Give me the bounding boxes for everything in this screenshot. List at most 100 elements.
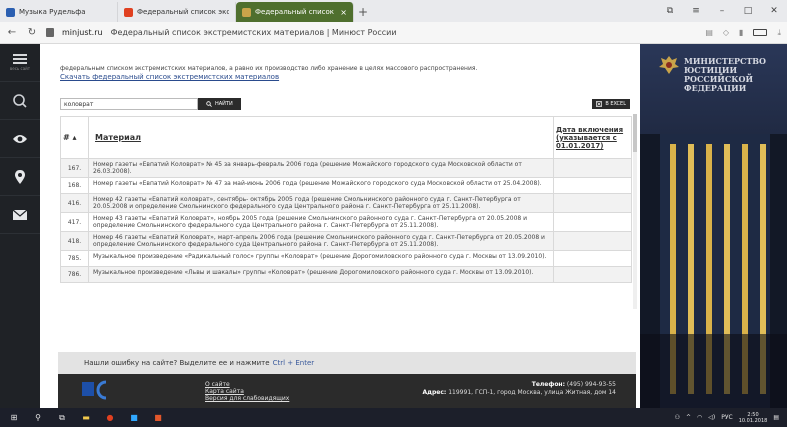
search-input[interactable] <box>60 98 198 110</box>
building-image <box>640 134 787 408</box>
excel-button-label: В EXCEL <box>605 101 626 107</box>
app-icon[interactable]: ■ <box>152 412 164 424</box>
reload-icon[interactable]: ↻ <box>26 27 38 38</box>
row-number: 786. <box>60 266 89 283</box>
search-icon[interactable]: ⚲ <box>32 412 44 424</box>
yandex-browser-icon[interactable]: ● <box>104 412 116 424</box>
menu-icon[interactable]: ≡ <box>683 6 709 16</box>
row-material: Номер газеты «Евпатий Коловрат» № 47 за … <box>88 177 554 194</box>
coat-of-arms-icon <box>659 56 679 74</box>
table-scrollbar[interactable] <box>633 114 637 309</box>
music-site-icon <box>6 7 15 17</box>
tab-federal-list-2[interactable]: Федеральный список эк × <box>236 2 354 22</box>
eye-icon <box>13 134 27 143</box>
location-pin-icon <box>15 169 25 184</box>
windows-start-icon[interactable]: ⊞ <box>8 412 20 424</box>
row-number: 417. <box>60 212 89 232</box>
table-row: 785. Музыкальное произведение «Радикальн… <box>60 250 632 267</box>
search-button-label: НАЙТИ <box>215 101 233 107</box>
row-date <box>553 266 632 283</box>
lock-icon <box>46 28 54 37</box>
sidebar-accessibility-button[interactable] <box>0 120 40 158</box>
sidebar-mail-button[interactable] <box>0 196 40 234</box>
address-bar: ← ↻ minjust.ru Федеральный список экстре… <box>0 22 787 44</box>
intro-block: федеральным списком экстремистских матер… <box>60 65 630 82</box>
footer-links: О сайте Карта сайта Версия для слабовидя… <box>205 381 289 402</box>
language-indicator[interactable]: РУС <box>721 414 732 421</box>
battery-icon <box>753 29 768 36</box>
column-header-date[interactable]: Дата включения (указывается с 01.01.2017… <box>553 116 632 159</box>
window-controls: ⧉ ≡ – □ ✕ <box>657 0 787 22</box>
search-button[interactable]: НАЙТИ <box>198 98 241 110</box>
table-row: 168. Номер газеты «Евпатий Коловрат» № 4… <box>60 177 632 194</box>
sidebar-search-button[interactable] <box>0 82 40 120</box>
table-row: 786. Музыкальное произведение «Львы и ша… <box>60 266 632 283</box>
chevron-up-icon[interactable]: ^ <box>686 414 691 421</box>
tab-federal-list-1[interactable]: Федеральный список экст <box>118 2 236 22</box>
row-material: Музыкальное произведение «Радикальный го… <box>88 250 554 267</box>
row-material: Музыкальное произведение «Львы и шакалы»… <box>88 266 554 283</box>
site-sidebar: весь сайт <box>0 44 40 408</box>
materials-table: # ▴ Материал Дата включения (указывается… <box>60 116 632 283</box>
excel-export-button[interactable]: В EXCEL <box>592 99 630 109</box>
close-icon[interactable]: × <box>340 8 347 17</box>
close-window-icon[interactable]: ✕ <box>761 6 787 16</box>
row-material: Номер 46 газеты «Евпатий Коловрат», март… <box>88 231 554 251</box>
task-view-icon[interactable]: ⧉ <box>56 412 68 424</box>
back-icon[interactable]: ← <box>6 27 18 38</box>
tab-music[interactable]: Музыка Рудельфа <box>0 2 118 22</box>
excel-icon <box>596 101 603 107</box>
footer-link-accessible[interactable]: Версия для слабовидящих <box>205 395 289 402</box>
clock[interactable]: 2:50 10.01.2018 <box>739 412 768 424</box>
clock-date: 10.01.2018 <box>738 417 768 424</box>
footer-link-sitemap[interactable]: Карта сайта <box>205 388 289 395</box>
sidebar-menu-label: весь сайт <box>9 66 31 71</box>
row-material: Номер 43 газеты «Евпатий Коловрат», нояб… <box>88 212 554 232</box>
row-material: Номер 42 газеты «Евпатий коловрат», сент… <box>88 193 554 213</box>
photoshop-icon[interactable]: ■ <box>128 412 140 424</box>
row-date <box>553 193 632 213</box>
table-row: 416. Номер 42 газеты «Евпатий коловрат»,… <box>60 193 632 213</box>
tab-bar: Музыка Рудельфа Федеральный список экст … <box>0 0 787 22</box>
url-host[interactable]: minjust.ru <box>62 28 103 37</box>
sidebar-menu-button[interactable]: весь сайт <box>0 44 40 82</box>
report-error-text: Нашли ошибку на сайте? Выделите ее и наж… <box>84 359 270 367</box>
row-number: 418. <box>60 231 89 251</box>
maximize-icon[interactable]: □ <box>735 6 761 16</box>
intro-text: федеральным списком экстремистских матер… <box>60 65 478 72</box>
row-date <box>553 231 632 251</box>
ministry-title: МИНИСТЕРСТВО ЮСТИЦИИ РОССИЙСКОЙ ФЕДЕРАЦИ… <box>684 56 767 93</box>
download-icon[interactable]: ⤓ <box>777 28 781 38</box>
footer-link-about[interactable]: О сайте <box>205 381 289 388</box>
reader-icon[interactable]: ▤ <box>705 28 713 37</box>
report-error-bar: Нашли ошибку на сайте? Выделите ее и наж… <box>58 352 636 374</box>
row-number: 416. <box>60 193 89 213</box>
volume-icon[interactable]: ◁) <box>708 414 715 421</box>
download-list-link[interactable]: Скачать федеральный список экстремистски… <box>60 73 279 81</box>
os-taskbar: ⊞ ⚲ ⧉ ▬ ● ■ ■ ⚇ ^ ◠ ◁) РУС 2:50 10.01.20… <box>0 408 787 427</box>
search-icon <box>206 101 212 107</box>
bookmark-icon[interactable]: ▮ <box>739 28 743 37</box>
protect-icon[interactable]: ◇ <box>723 28 729 37</box>
column-header-material[interactable]: Материал <box>88 116 554 159</box>
row-material: Номер газеты «Евпатий Коловрат» № 45 за … <box>88 158 554 178</box>
user-icon[interactable]: ⚇ <box>675 414 680 421</box>
ministry-banner: МИНИСТЕРСТВО ЮСТИЦИИ РОССИЙСКОЙ ФЕДЕРАЦИ… <box>640 44 787 408</box>
scrollbar-thumb[interactable] <box>633 114 637 152</box>
sidebar-location-button[interactable] <box>0 158 40 196</box>
footer-contacts: Телефон: (495) 994-93-55 Адрес: 119991, … <box>423 381 617 397</box>
row-number: 785. <box>60 250 89 267</box>
footer-address: Адрес: 119991, ГСП-1, город Москва, улиц… <box>422 389 617 396</box>
new-tab-button[interactable]: + <box>354 2 372 22</box>
url-page-title[interactable]: Федеральный список экстремистских матери… <box>111 28 397 37</box>
row-date <box>553 158 632 178</box>
network-icon[interactable]: ◠ <box>697 414 702 421</box>
yandex-icon <box>124 7 133 17</box>
tabs-icon[interactable]: ⧉ <box>657 6 683 16</box>
tab-title: Федеральный список эк <box>255 8 337 16</box>
notifications-icon[interactable]: ▤ <box>773 414 779 421</box>
minimize-icon[interactable]: – <box>709 6 735 16</box>
file-explorer-icon[interactable]: ▬ <box>80 412 92 424</box>
column-header-number[interactable]: # ▴ <box>60 116 89 159</box>
table-row: 418. Номер 46 газеты «Евпатий Коловрат»,… <box>60 231 632 251</box>
